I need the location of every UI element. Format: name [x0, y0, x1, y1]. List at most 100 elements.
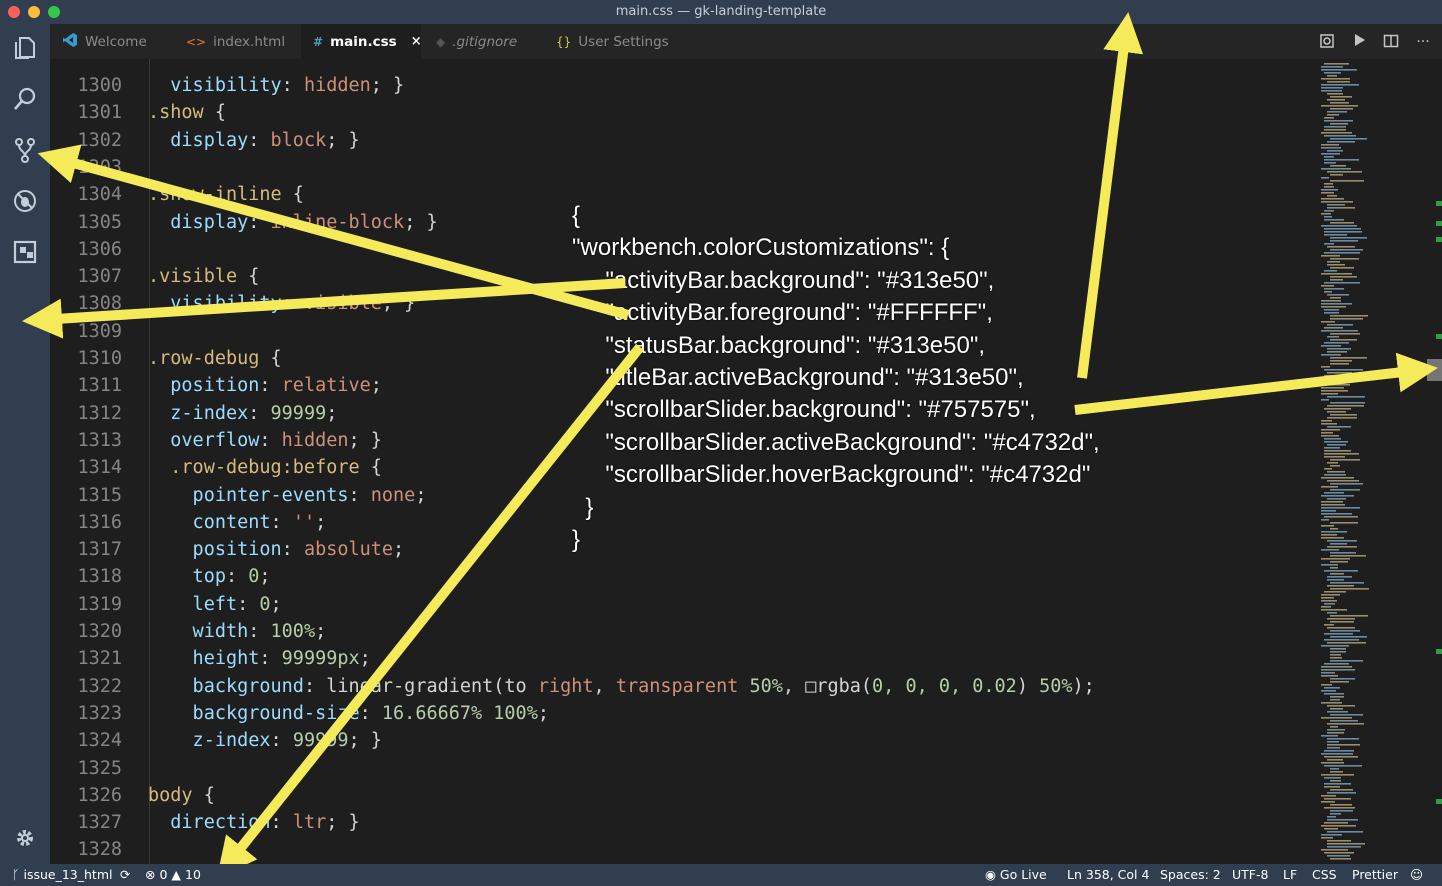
tab-welcome[interactable]: Welcome — [50, 24, 172, 59]
minimap-line — [1330, 561, 1348, 563]
minimap-line — [1327, 372, 1352, 374]
code-token: .visible — [148, 266, 249, 288]
minimap-line — [1321, 669, 1355, 671]
sync-icon[interactable]: ⟳ — [120, 867, 130, 882]
code-text: z-index: 99999; } — [148, 727, 382, 754]
code-token: hidden — [281, 429, 349, 451]
minimap-line — [1321, 495, 1354, 497]
minimap-line — [1330, 465, 1340, 467]
minimap-line — [1321, 273, 1352, 275]
code-line: 1322 background: linear-gradient(to righ… — [50, 673, 1315, 700]
minimap-line — [1324, 312, 1339, 314]
line-number: 1312 — [77, 402, 122, 424]
minimap-line — [1321, 795, 1336, 797]
minimap-line — [1321, 66, 1343, 68]
go-live-button[interactable]: ◉ Go Live — [985, 867, 1047, 882]
feedback-smiley-icon[interactable]: ☺ — [1410, 867, 1423, 882]
minimap-line — [1321, 192, 1334, 194]
minimap-line — [1330, 333, 1360, 335]
run-icon[interactable] — [1350, 33, 1368, 51]
minimap-line — [1330, 858, 1351, 860]
annotation-line: "statusBar.background": "#313e50", — [572, 331, 986, 359]
minimap-line — [1324, 570, 1358, 572]
json-file-icon: {} — [556, 34, 572, 49]
minimap-line — [1327, 411, 1346, 413]
error-count: 0 — [159, 867, 168, 882]
close-tab-icon[interactable]: × — [411, 34, 422, 49]
minimap-line — [1330, 249, 1363, 251]
line-number: 1318 — [77, 566, 122, 588]
minimap-line — [1324, 309, 1339, 311]
minimap[interactable] — [1315, 59, 1427, 864]
split-editor-icon[interactable] — [1382, 33, 1400, 51]
problems-indicator[interactable]: ⊗ 0 ▲ 10 — [145, 867, 201, 882]
code-token: position — [148, 539, 282, 561]
source-control-icon[interactable] — [10, 135, 40, 165]
minimap-line — [1330, 582, 1364, 584]
vertical-scrollbar[interactable] — [1427, 59, 1442, 864]
code-token: ; — [315, 621, 327, 642]
search-icon[interactable] — [10, 84, 40, 114]
end-of-line[interactable]: LF — [1283, 867, 1297, 882]
line-number: 1323 — [77, 702, 122, 724]
minimap-line — [1327, 579, 1344, 581]
minimap-line — [1327, 585, 1354, 587]
tab-user-settings[interactable]: {} User Settings — [544, 24, 684, 59]
tab-main-css[interactable]: # main.css × — [301, 24, 422, 59]
minimap-line — [1321, 303, 1352, 305]
minimap-line — [1324, 126, 1346, 128]
tab-gitignore[interactable]: ◆ .gitignore — [424, 24, 542, 59]
extensions-icon[interactable] — [10, 237, 40, 267]
scrollbar-slider[interactable] — [1427, 359, 1442, 381]
error-icon: ⊗ — [145, 867, 156, 882]
open-changes-icon[interactable] — [1318, 33, 1336, 51]
minimap-line — [1330, 483, 1363, 485]
minimap-line — [1324, 117, 1334, 119]
gear-icon[interactable] — [10, 823, 40, 853]
minimap-line — [1330, 768, 1339, 770]
minimap-line — [1327, 627, 1355, 629]
code-token: width — [148, 621, 249, 642]
code-token: background — [148, 675, 304, 697]
files-icon[interactable] — [10, 33, 40, 63]
minimap-line — [1330, 276, 1357, 278]
code-line: 1325 — [50, 755, 1315, 782]
more-actions-icon[interactable]: ··· — [1414, 33, 1432, 51]
minimap-line — [1324, 162, 1336, 164]
minimap-line — [1321, 105, 1358, 107]
git-file-icon: ◆ — [436, 34, 446, 49]
line-number: 1316 — [77, 511, 122, 533]
minimap-line — [1321, 519, 1329, 521]
encoding[interactable]: UTF-8 — [1232, 867, 1268, 882]
code-text: body { — [148, 782, 215, 809]
code-token: relative — [281, 375, 371, 397]
code-token: absolute — [303, 539, 394, 561]
code-token: background-size — [148, 702, 360, 724]
minimap-line — [1330, 696, 1344, 698]
debug-icon[interactable] — [10, 186, 40, 216]
code-token: '' — [292, 511, 316, 533]
line-number: 1315 — [77, 484, 122, 506]
minimap-line — [1330, 678, 1355, 680]
minimap-line — [1330, 363, 1349, 365]
line-number: 1319 — [77, 593, 122, 615]
annotation-line: "scrollbarSlider.background": "#757575", — [572, 396, 1036, 424]
branch-indicator[interactable]: ᚴ issue_13_html — [12, 867, 112, 882]
language-mode[interactable]: CSS — [1312, 867, 1337, 882]
formatter[interactable]: Prettier — [1352, 867, 1398, 882]
minimap-line — [1321, 132, 1352, 134]
code-token: ; — [370, 375, 382, 397]
cursor-position[interactable]: Ln 358, Col 4 — [1067, 867, 1149, 882]
minimap-line — [1324, 798, 1351, 800]
minimap-line — [1327, 81, 1350, 83]
minimap-line — [1324, 408, 1351, 410]
indentation[interactable]: Spaces: 2 — [1160, 867, 1221, 882]
minimap-line — [1327, 426, 1351, 428]
minimap-line — [1330, 567, 1338, 569]
code-token: , — [593, 675, 616, 697]
tab-index-html[interactable]: <> index.html — [174, 24, 300, 59]
code-text: display: inline-block; } — [148, 209, 437, 236]
code-text: overflow: hidden; } — [148, 427, 382, 454]
minimap-line — [1330, 654, 1341, 656]
minimap-line — [1324, 210, 1334, 212]
